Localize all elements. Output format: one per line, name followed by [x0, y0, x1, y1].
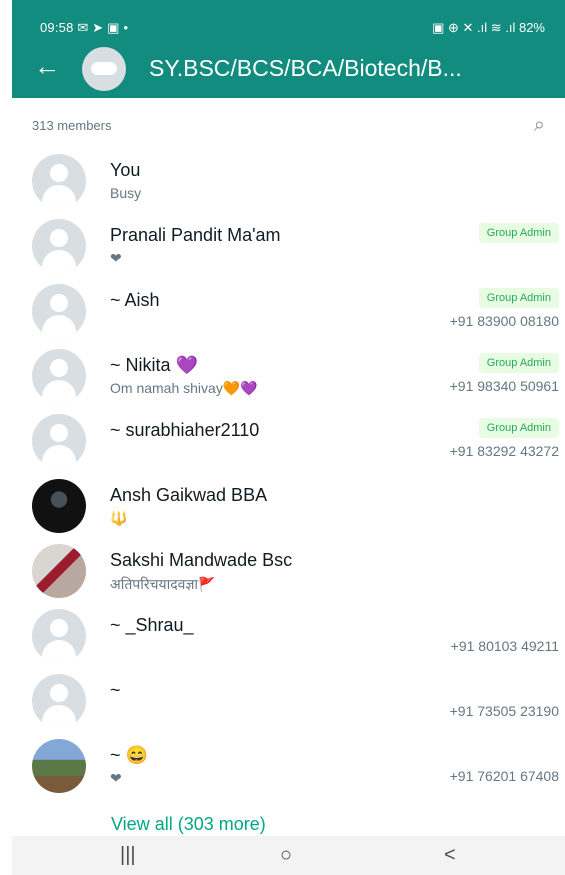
- participant-row[interactable]: Ansh Gaikwad BBA 🔱: [12, 475, 565, 539]
- participant-status: अतिपरिचयादवज्ञा🚩: [110, 576, 216, 592]
- status-right: ▣ ⊕ ✕ .ıl ≋ .ıl 82%: [432, 20, 545, 36]
- system-back-button[interactable]: <: [444, 844, 456, 867]
- participant-name: Sakshi Mandwade Bsc: [110, 550, 293, 570]
- avatar: [32, 739, 86, 793]
- avatar: [32, 219, 86, 273]
- participant-name: ~ Aish: [110, 290, 160, 310]
- participant-status: Busy: [110, 185, 142, 201]
- participant-name: ~ 😄: [110, 745, 148, 765]
- group-title[interactable]: SY.BSC/BCS/BCA/Biotech/B...: [149, 55, 559, 82]
- participant-name: ~ _Shrau_: [110, 615, 194, 635]
- participant-row[interactable]: ~ Nikita 💜 Om namah shivay🧡💜 Group Admin…: [12, 345, 565, 409]
- participant-row[interactable]: ~ Aish Group Admin +91 83900 08180: [12, 280, 565, 344]
- search-icon: ⌕: [533, 114, 545, 136]
- participant-phone: +91 76201 67408: [449, 768, 559, 784]
- back-button[interactable]: ←: [34, 53, 60, 79]
- participant-row[interactable]: Pranali Pandit Ma'am ❤ Group Admin: [12, 215, 565, 279]
- participant-status: 🔱: [110, 510, 128, 526]
- participant-name: You: [110, 160, 141, 180]
- avatar: [32, 674, 86, 728]
- status-icons-right: ▣ ⊕ ✕ .ıl ≋ .ıl: [432, 20, 516, 35]
- android-nav-bar: ||| ○ <: [12, 836, 565, 875]
- participant-phone: +91 80103 49211: [450, 638, 559, 654]
- participant-phone: +91 83900 08180: [449, 313, 559, 329]
- participant-status: ❤: [110, 250, 122, 266]
- group-avatar-icon[interactable]: [82, 47, 126, 91]
- header-bar: 09:58 ✉ ➤ ▣ • ▣ ⊕ ✕ .ıl ≋ .ıl 82% ← SY.B…: [12, 0, 565, 98]
- arrow-left-icon: ←: [34, 51, 60, 81]
- participant-row[interactable]: ~ _Shrau_ +91 80103 49211: [12, 605, 565, 669]
- participant-name: ~ surabhiaher2110: [110, 420, 260, 440]
- participant-phone: +91 98340 50961: [449, 378, 559, 394]
- avatar: [32, 544, 86, 598]
- status-left: 09:58 ✉ ➤ ▣ •: [40, 20, 128, 36]
- status-icons-left: ✉ ➤ ▣ •: [77, 20, 129, 35]
- group-admin-badge: Group Admin: [478, 418, 559, 438]
- participant-status: Om namah shivay🧡💜: [110, 380, 258, 396]
- participant-row[interactable]: ~ surabhiaher2110 Group Admin +91 83292 …: [12, 410, 565, 474]
- participant-row[interactable]: ~ 😄 ❤ +91 76201 67408: [12, 735, 565, 799]
- avatar: [32, 414, 86, 468]
- participant-phone: +91 83292 43272: [449, 443, 559, 459]
- participant-row[interactable]: You Busy: [12, 150, 565, 214]
- participant-row[interactable]: ~ +91 73505 23190: [12, 670, 565, 734]
- group-admin-badge: Group Admin: [478, 288, 559, 308]
- group-info-screen: 09:58 ✉ ➤ ▣ • ▣ ⊕ ✕ .ıl ≋ .ıl 82% ← SY.B…: [12, 0, 565, 875]
- participant-status: ❤: [110, 770, 122, 786]
- group-admin-badge: Group Admin: [478, 353, 559, 373]
- avatar: [32, 349, 86, 403]
- participant-row[interactable]: Sakshi Mandwade Bsc अतिपरिचयादवज्ञा🚩: [12, 540, 565, 604]
- search-button[interactable]: ⌕: [534, 114, 545, 137]
- group-admin-badge: Group Admin: [478, 223, 559, 243]
- participant-name: Ansh Gaikwad BBA: [110, 485, 268, 505]
- participant-name: ~ Nikita 💜: [110, 355, 198, 375]
- home-button[interactable]: ○: [280, 844, 292, 867]
- participant-name: Pranali Pandit Ma'am: [110, 225, 281, 245]
- battery-percent: 82%: [518, 20, 545, 35]
- recent-apps-button[interactable]: |||: [120, 844, 136, 867]
- avatar: [32, 154, 86, 208]
- avatar: [32, 609, 86, 663]
- participant-phone: +91 73505 23190: [449, 703, 559, 719]
- view-all-link[interactable]: View all (303 more): [111, 814, 266, 835]
- avatar: [32, 284, 86, 338]
- status-time: 09:58: [40, 20, 74, 35]
- avatar: [32, 479, 86, 533]
- member-count: 313 members: [32, 118, 112, 133]
- participant-name: ~: [110, 680, 121, 700]
